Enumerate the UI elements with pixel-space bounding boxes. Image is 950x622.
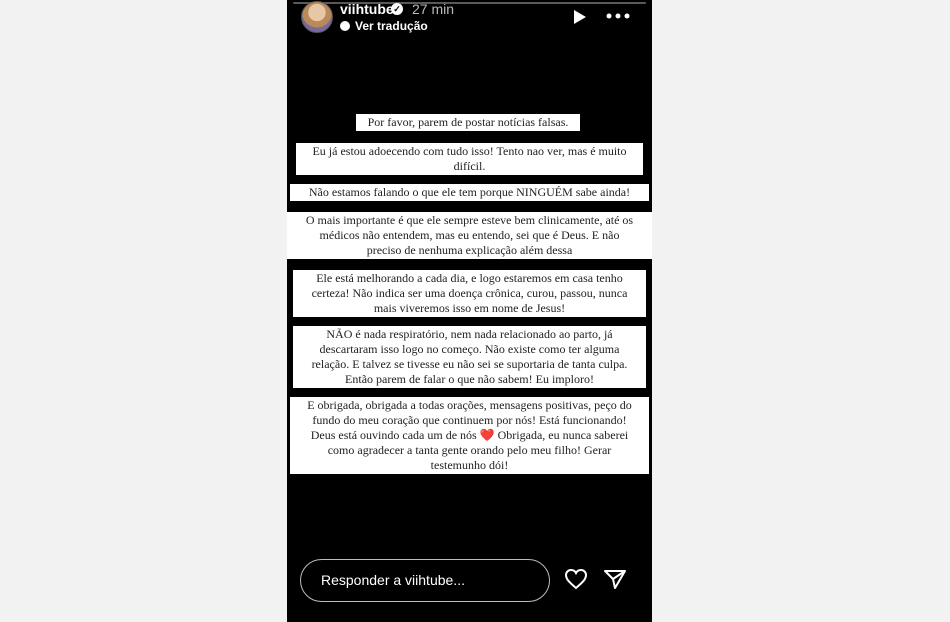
post-time: 27 min xyxy=(412,1,455,17)
reply-input[interactable]: Responder a viihtube... xyxy=(300,559,550,602)
play-icon[interactable] xyxy=(573,9,587,25)
translate-icon xyxy=(340,21,350,31)
heart-icon[interactable] xyxy=(564,568,588,590)
username[interactable]: viihtube xyxy=(340,1,394,17)
story-text-block: Não estamos falando o que ele tem porque… xyxy=(290,184,649,201)
story-viewer: viihtube ✓ 27 min Ver tradução Por favor… xyxy=(287,0,652,622)
translate-button[interactable]: Ver tradução xyxy=(340,19,428,33)
verified-badge-icon: ✓ xyxy=(391,3,403,15)
story-text-block: O mais importante é que ele sempre estev… xyxy=(287,212,652,259)
story-text-block: Eu já estou adoecendo com tudo isso! Ten… xyxy=(296,143,643,175)
story-text-block: NÃO é nada respiratório, nem nada relaci… xyxy=(293,326,646,388)
avatar[interactable] xyxy=(301,1,333,33)
story-text-block: E obrigada, obrigada a todas orações, me… xyxy=(290,397,649,474)
translate-label: Ver tradução xyxy=(355,19,428,33)
more-icon[interactable] xyxy=(605,8,631,24)
story-text-block: Por favor, parem de postar notícias fals… xyxy=(356,114,580,131)
send-icon[interactable] xyxy=(603,568,627,590)
story-text-block: Ele está melhorando a cada dia, e logo e… xyxy=(293,270,646,317)
